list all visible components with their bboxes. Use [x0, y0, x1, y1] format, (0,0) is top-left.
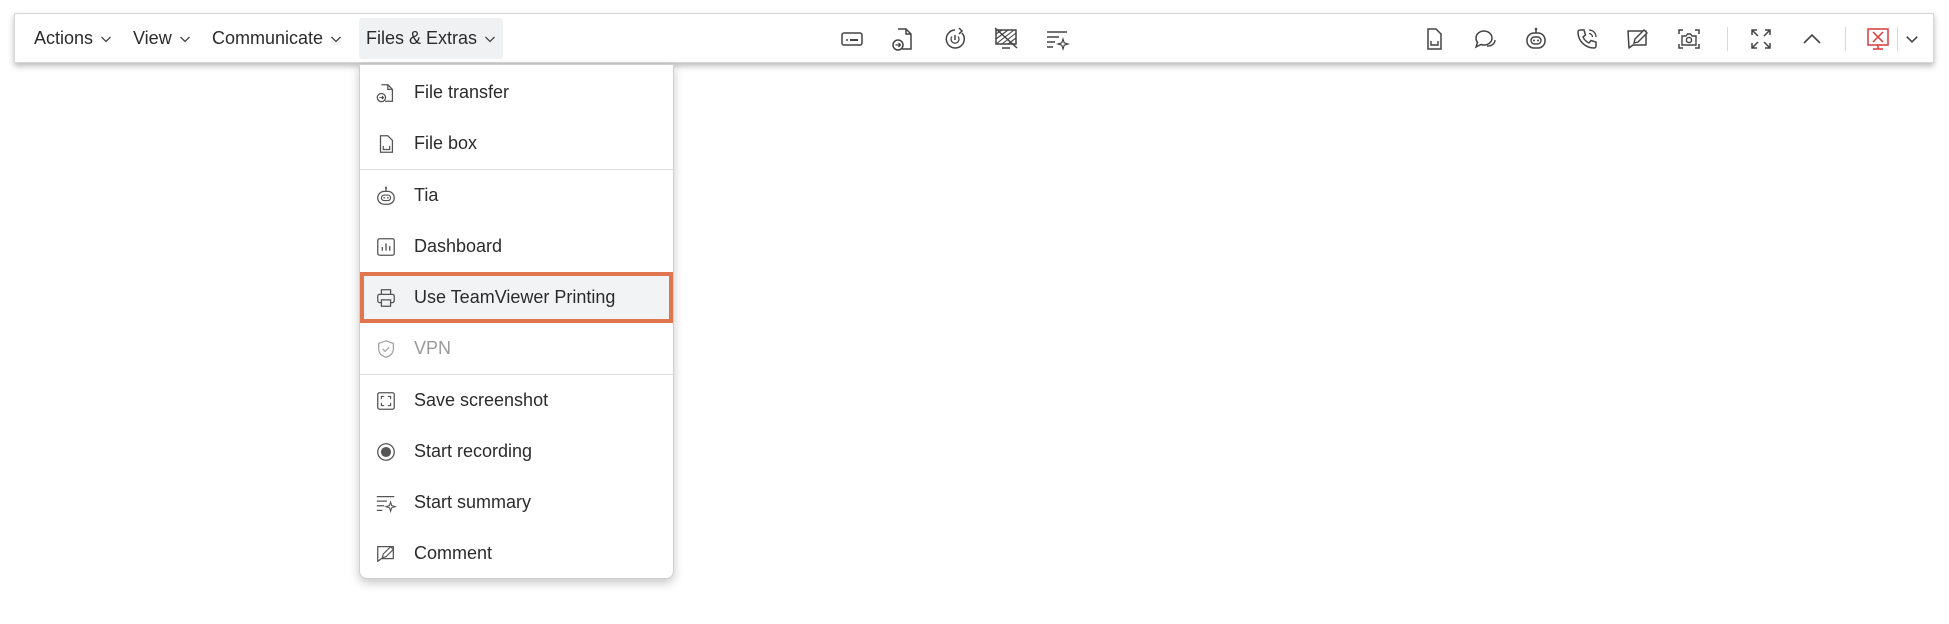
comment-edit-icon — [374, 542, 398, 566]
files-extras-dropdown: File transfer File box Tia Dashboard Use… — [359, 64, 674, 579]
menu-item-label: File box — [414, 133, 478, 153]
menu-actions-label: Actions — [34, 28, 94, 48]
menu-files-extras-label: Files & Extras — [366, 28, 478, 48]
robot-icon — [374, 184, 398, 208]
menu-item-label: File transfer — [414, 82, 510, 102]
summary-sparkle-icon[interactable] — [1042, 24, 1072, 54]
dashboard-icon — [374, 235, 398, 259]
camera-screenshot-icon[interactable] — [1674, 24, 1704, 54]
file-transfer-icon[interactable] — [888, 24, 918, 54]
comment-edit-icon[interactable] — [1623, 24, 1653, 54]
menu-item-save-screenshot[interactable]: Save screenshot — [360, 375, 673, 426]
menu-item-start-recording[interactable]: Start recording — [360, 426, 673, 477]
menu-files-extras[interactable]: Files & Extras — [359, 18, 504, 59]
chevron-down-icon — [484, 33, 496, 45]
toolbar-divider — [1727, 27, 1728, 51]
remote-session-toolbar: Actions View Communicate Files & Extras — [14, 13, 1934, 63]
screenshot-frame-icon — [374, 389, 398, 413]
record-icon — [374, 440, 398, 464]
printer-icon — [374, 286, 398, 310]
remote-keyboard-icon[interactable] — [837, 24, 867, 54]
toolbar-divider — [1897, 27, 1898, 51]
menu-item-file-transfer[interactable]: File transfer — [360, 67, 673, 118]
menu-communicate[interactable]: Communicate — [205, 18, 349, 59]
chat-icon[interactable] — [1470, 24, 1500, 54]
summary-sparkle-icon — [374, 491, 398, 515]
file-box-icon[interactable] — [1419, 24, 1449, 54]
disable-display-icon[interactable] — [991, 24, 1021, 54]
menu-item-label: Save screenshot — [414, 390, 549, 410]
menu-communicate-label: Communicate — [212, 28, 324, 48]
end-session-options-icon[interactable] — [1902, 24, 1922, 54]
menu-actions[interactable]: Actions — [27, 18, 119, 59]
menu-item-comment[interactable]: Comment — [360, 528, 673, 579]
menu-item-label: Start summary — [414, 492, 532, 512]
file-box-icon — [374, 132, 398, 156]
end-session-icon[interactable] — [1863, 24, 1893, 54]
shield-check-icon — [374, 337, 398, 361]
chevron-down-icon — [330, 33, 342, 45]
call-icon[interactable] — [1572, 24, 1602, 54]
chevron-down-icon — [179, 33, 191, 45]
menu-item-start-summary[interactable]: Start summary — [360, 477, 673, 528]
menu-item-tia[interactable]: Tia — [360, 170, 673, 221]
menu-item-label: Start recording — [414, 441, 533, 461]
menu-view[interactable]: View — [126, 18, 198, 59]
menu-item-teamviewer-printing[interactable]: Use TeamViewer Printing — [360, 272, 673, 323]
menu-item-label: Use TeamViewer Printing — [414, 287, 616, 307]
fullscreen-icon[interactable] — [1746, 24, 1776, 54]
menu-item-label: VPN — [414, 338, 452, 358]
menu-item-file-box[interactable]: File box — [360, 118, 673, 169]
menu-item-label: Tia — [414, 185, 439, 205]
menu-view-label: View — [133, 28, 172, 48]
collapse-icon[interactable] — [1797, 24, 1827, 54]
file-transfer-icon — [374, 81, 398, 105]
menu-item-dashboard[interactable]: Dashboard — [360, 221, 673, 272]
menu-item-vpn[interactable]: VPN — [360, 323, 673, 374]
toolbar-divider — [1845, 27, 1846, 51]
menu-item-label: Dashboard — [414, 236, 503, 256]
tia-robot-icon[interactable] — [1521, 24, 1551, 54]
power-restart-icon[interactable] — [940, 24, 970, 54]
menu-item-label: Comment — [414, 543, 493, 563]
chevron-down-icon — [100, 33, 112, 45]
